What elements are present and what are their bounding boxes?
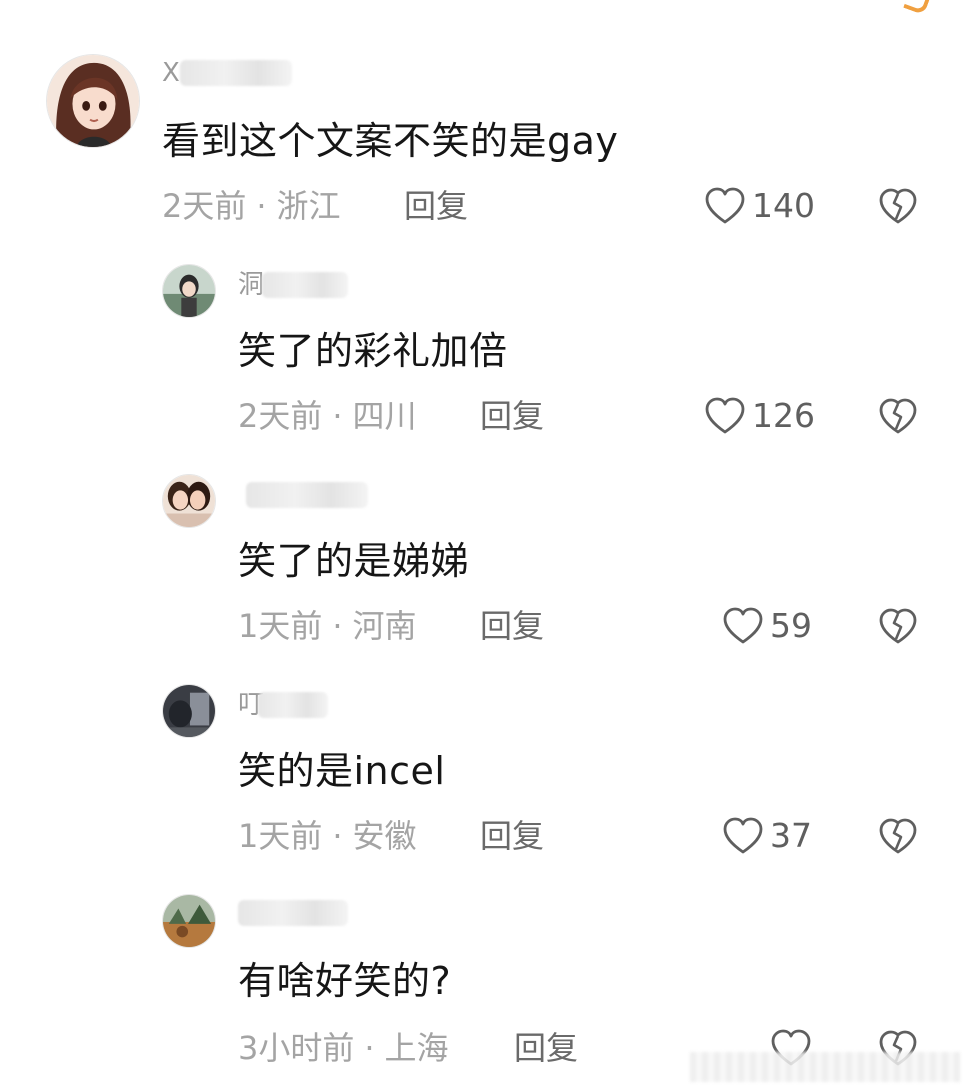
avatar-photo-image <box>163 265 215 317</box>
separator-dot: · <box>332 607 343 645</box>
username-redaction <box>258 692 328 718</box>
heart-outline-icon <box>705 187 745 224</box>
reply-button[interactable]: 回复 <box>480 816 544 856</box>
comment-text: 笑了的是娣娣 <box>238 539 470 583</box>
username-redaction <box>238 900 348 926</box>
reply-button[interactable]: 回复 <box>480 606 544 646</box>
dislike-button[interactable] <box>878 396 918 436</box>
comment-meta: 2天前 · 四川 <box>238 396 417 436</box>
username[interactable]: X <box>162 58 180 88</box>
avatar-dark-photo-image <box>163 685 215 737</box>
corner-decoration <box>903 0 931 16</box>
like-count: 37 <box>770 816 812 855</box>
like-count: 140 <box>752 186 815 225</box>
username-redaction <box>262 272 348 298</box>
avatar-two-girls-image <box>163 475 215 527</box>
username-redaction <box>246 482 368 508</box>
username[interactable]: 洞 <box>238 270 264 300</box>
like-button[interactable]: 126 <box>704 396 815 436</box>
comment-time: 1天前 <box>238 817 323 855</box>
comment-time: 2天前 <box>162 187 247 225</box>
heart-outline-icon <box>723 817 763 854</box>
comment-text: 笑了的彩礼加倍 <box>238 329 508 373</box>
dislike-button[interactable] <box>878 186 918 226</box>
broken-heart-icon <box>879 608 917 644</box>
comment-location: 上海 <box>384 1029 449 1067</box>
dislike-button[interactable] <box>878 606 918 646</box>
comment-location: 安徽 <box>352 817 417 855</box>
broken-heart-icon <box>879 818 917 854</box>
reply-button[interactable]: 回复 <box>514 1028 578 1068</box>
avatar[interactable] <box>162 894 216 948</box>
heart-outline-icon <box>705 397 745 434</box>
comment-text: 看到这个文案不笑的是gay <box>162 119 619 163</box>
separator-dot: · <box>332 817 343 855</box>
avatar[interactable] <box>162 264 216 318</box>
username-redaction <box>180 60 292 86</box>
avatar-anime-girl-image <box>47 55 139 147</box>
comment-meta: 2天前 · 浙江 <box>162 186 341 226</box>
separator-dot: · <box>256 187 267 225</box>
avatar-painting-image <box>163 895 215 947</box>
separator-dot: · <box>332 397 343 435</box>
comment-time: 2天前 <box>238 397 323 435</box>
broken-heart-icon <box>879 188 917 224</box>
watermark-redaction <box>690 1052 960 1082</box>
like-button[interactable]: 59 <box>722 606 812 646</box>
avatar[interactable] <box>46 54 140 148</box>
dislike-button[interactable] <box>878 816 918 856</box>
comment-location: 四川 <box>352 397 417 435</box>
reply-button[interactable]: 回复 <box>404 186 468 226</box>
comment-time: 3小时前 <box>238 1029 355 1067</box>
comment-text: 笑的是incel <box>238 749 446 793</box>
like-count: 126 <box>752 396 815 435</box>
comment-meta: 1天前 · 安徽 <box>238 816 417 856</box>
avatar[interactable] <box>162 474 216 528</box>
comment-time: 1天前 <box>238 607 323 645</box>
reply-button[interactable]: 回复 <box>480 396 544 436</box>
separator-dot: · <box>364 1029 375 1067</box>
like-button[interactable]: 140 <box>704 186 815 226</box>
comment-location: 浙江 <box>276 187 341 225</box>
like-button[interactable]: 37 <box>722 816 812 856</box>
comment-location: 河南 <box>352 607 417 645</box>
comment-meta: 3小时前 · 上海 <box>238 1028 449 1068</box>
avatar[interactable] <box>162 684 216 738</box>
comment-meta: 1天前 · 河南 <box>238 606 417 646</box>
comment-text: 有啥好笑的? <box>238 959 452 1003</box>
broken-heart-icon <box>879 398 917 434</box>
like-count: 59 <box>770 606 812 645</box>
heart-outline-icon <box>723 607 763 644</box>
